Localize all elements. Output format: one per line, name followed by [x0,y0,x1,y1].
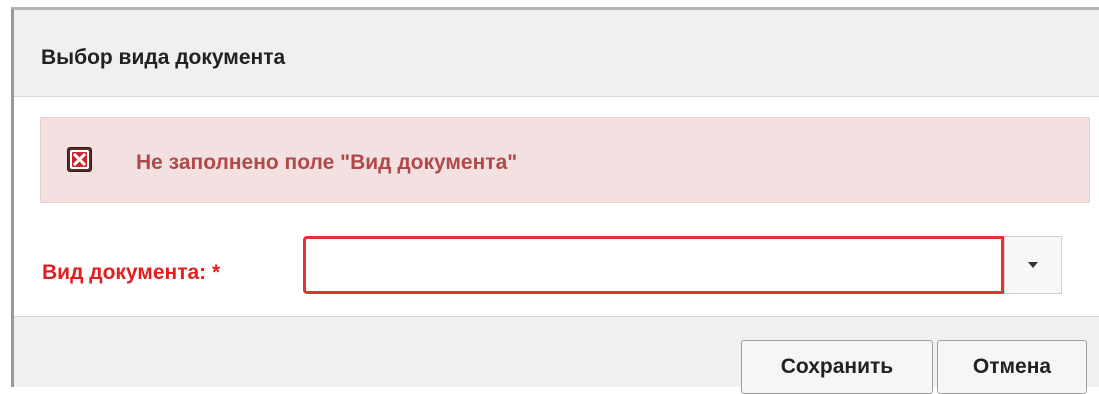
dialog-header: Выбор вида документа [14,10,1099,97]
error-x-icon [67,147,92,172]
document-type-label: Вид документа: * [42,261,221,284]
document-type-dialog: Выбор вида документа Не заполнено поле "… [11,7,1099,394]
cancel-button[interactable]: Отмена [937,340,1087,394]
dialog-title: Выбор вида документа [41,46,286,69]
save-button[interactable]: Сохранить [741,340,933,394]
dialog-footer: Сохранить Отмена [14,316,1099,394]
document-type-combobox[interactable] [303,236,1062,294]
document-type-input[interactable] [303,236,1004,294]
error-message: Не заполнено поле "Вид документа" [136,151,518,174]
dropdown-toggle-button[interactable] [1004,236,1062,294]
validation-error-banner: Не заполнено поле "Вид документа" [40,117,1090,203]
caret-down-icon [1028,262,1038,268]
